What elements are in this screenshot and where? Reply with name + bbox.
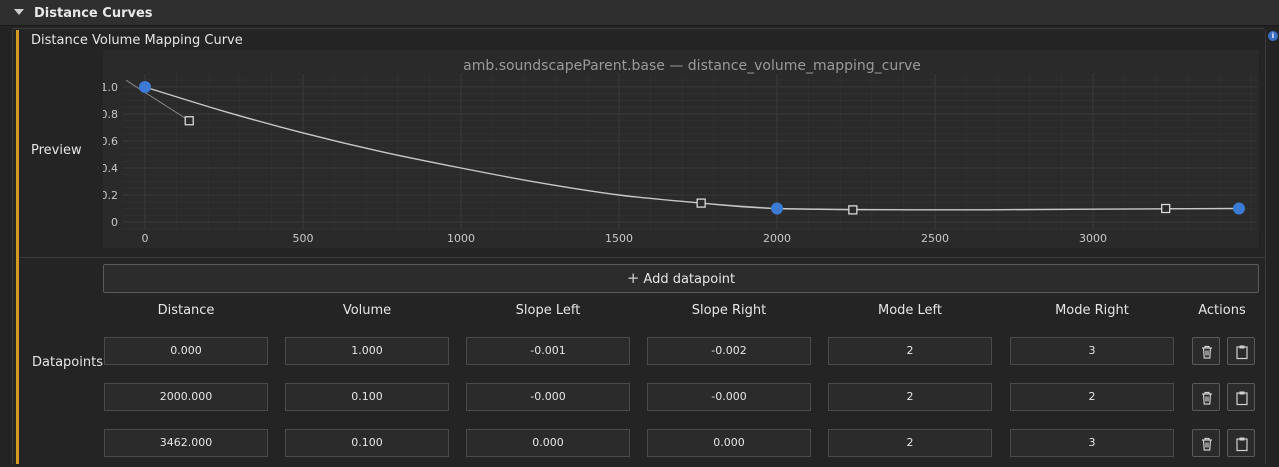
clipboard-icon	[1236, 437, 1248, 452]
y-tick-label: 1.0	[103, 81, 118, 94]
plus-icon: +	[626, 269, 640, 287]
column-header-mode-left: Mode Left	[877, 303, 942, 318]
slope-right-field[interactable]: -0.002	[647, 337, 811, 365]
x-tick-label: 500	[293, 232, 314, 245]
panel-border	[12, 30, 13, 464]
mode-right-field[interactable]: 3	[1010, 337, 1174, 365]
column-header-slope-left: Slope Left	[515, 303, 581, 318]
distance-field[interactable]: 3462.000	[104, 429, 268, 457]
panel-border	[1265, 30, 1266, 464]
x-tick-label: 2000	[763, 232, 791, 245]
paste-button[interactable]	[1227, 383, 1255, 411]
chevron-down-icon[interactable]	[14, 9, 24, 15]
slope-left-field[interactable]: 0.000	[466, 429, 630, 457]
section-title: Distance Curves	[34, 6, 153, 21]
slope-right-field[interactable]: 0.000	[647, 429, 811, 457]
y-tick-label: 0.6	[103, 135, 118, 148]
add-datapoint-label: Add datapoint	[643, 272, 736, 287]
distance-field[interactable]: 0.000	[104, 337, 268, 365]
delete-button[interactable]	[1192, 429, 1220, 457]
section-header[interactable]: Distance Curves	[0, 0, 1279, 26]
preview-label: Preview	[31, 143, 82, 158]
clipboard-icon	[1236, 391, 1248, 406]
x-tick-label: 1000	[447, 232, 475, 245]
x-tick-label: 1500	[605, 232, 633, 245]
add-datapoint-button[interactable]: + Add datapoint	[103, 264, 1259, 293]
trash-icon	[1202, 345, 1212, 359]
y-tick-label: 0.8	[103, 108, 118, 121]
trash-icon	[1202, 391, 1212, 405]
tangent-handle[interactable]	[184, 116, 194, 126]
column-header-distance: Distance	[157, 303, 215, 318]
accent-bar	[16, 30, 19, 464]
x-tick-label: 2500	[921, 232, 949, 245]
curve-line	[144, 86, 1239, 211]
slope-left-field[interactable]: -0.000	[466, 383, 630, 411]
y-tick-label: 0.4	[103, 162, 118, 175]
tangent-handle[interactable]	[848, 205, 858, 215]
column-header-slope-right: Slope Right	[691, 303, 767, 318]
curve-plot[interactable]: 0 500 1000 1500 2000 2500 3000 0 0.2 0.4 0.6 0.8 1.0	[103, 50, 1259, 248]
slope-right-field[interactable]: -0.000	[647, 383, 811, 411]
column-header-mode-right: Mode Right	[1055, 303, 1129, 318]
curve-point[interactable]	[771, 202, 783, 215]
column-header-volume: Volume	[342, 303, 392, 318]
mode-left-field[interactable]: 2	[828, 383, 992, 411]
delete-button[interactable]	[1192, 383, 1220, 411]
column-header-actions: Actions	[1198, 303, 1246, 318]
mode-right-field[interactable]: 2	[1010, 383, 1174, 411]
mode-right-field[interactable]: 3	[1010, 429, 1174, 457]
y-tick-label: 0	[111, 216, 118, 229]
curve-point[interactable]	[139, 81, 151, 93]
property-label: Distance Volume Mapping Curve	[31, 33, 243, 48]
tangent-handle[interactable]	[1161, 203, 1171, 214]
volume-field[interactable]: 1.000	[285, 337, 449, 365]
datapoints-label: Datapoints	[32, 355, 103, 370]
x-tick-label: 0	[142, 232, 149, 245]
paste-button[interactable]	[1227, 337, 1255, 365]
volume-field[interactable]: 0.100	[285, 429, 449, 457]
paste-button[interactable]	[1227, 429, 1255, 457]
divider	[20, 257, 1265, 258]
trash-icon	[1202, 437, 1212, 451]
volume-field[interactable]: 0.100	[285, 383, 449, 411]
tangent-handle[interactable]	[696, 198, 706, 208]
curve-point[interactable]	[1232, 202, 1245, 215]
delete-button[interactable]	[1192, 337, 1220, 365]
mode-left-field[interactable]: 2	[828, 429, 992, 457]
info-icon[interactable]: i	[1268, 31, 1278, 41]
x-tick-label: 3000	[1079, 232, 1107, 245]
clipboard-icon	[1236, 345, 1248, 360]
y-tick-label: 0.2	[103, 189, 118, 202]
distance-field[interactable]: 2000.000	[104, 383, 268, 411]
slope-left-field[interactable]: -0.001	[466, 337, 630, 365]
mode-left-field[interactable]: 2	[828, 337, 992, 365]
